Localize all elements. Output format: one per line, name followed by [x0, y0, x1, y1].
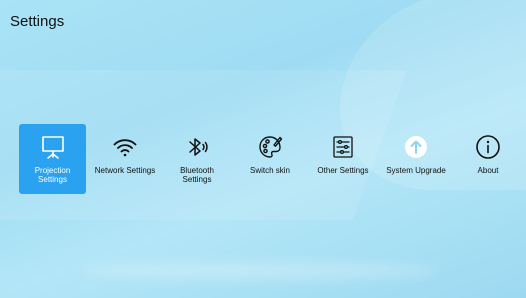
upgrade-arrow-icon: [402, 133, 430, 161]
menu-item-label: Switch skin: [249, 166, 290, 175]
wifi-icon: [111, 133, 139, 161]
menu-item-label: Other Settings: [317, 166, 369, 175]
bluetooth-icon: [183, 133, 211, 161]
projection-screen-icon: [39, 133, 67, 161]
menu-item-switch-skin[interactable]: Switch skin: [240, 124, 300, 194]
menu-item-label: Network Settings: [94, 166, 156, 175]
settings-screen: Settings Projection Settings Network Set…: [0, 0, 526, 298]
menu-item-projection-settings[interactable]: Projection Settings: [19, 124, 86, 194]
menu-item-bluetooth-settings[interactable]: Bluetooth Settings: [166, 124, 228, 194]
page-title: Settings: [10, 13, 65, 30]
menu-item-about[interactable]: About: [466, 124, 510, 194]
menu-item-label: System Upgrade: [386, 166, 446, 175]
info-icon: [474, 133, 502, 161]
menu-item-system-upgrade[interactable]: System Upgrade: [381, 124, 451, 194]
sliders-icon: [329, 133, 357, 161]
menu-item-label: Bluetooth Settings: [180, 166, 214, 184]
menu-item-label: About: [477, 166, 499, 175]
settings-menu: Projection Settings Network Settings Blu…: [0, 124, 526, 194]
menu-item-label: Projection Settings: [34, 166, 71, 184]
background-glow: [80, 262, 440, 280]
palette-icon: [256, 133, 284, 161]
menu-item-network-settings[interactable]: Network Settings: [88, 124, 162, 194]
menu-item-other-settings[interactable]: Other Settings: [313, 124, 373, 194]
